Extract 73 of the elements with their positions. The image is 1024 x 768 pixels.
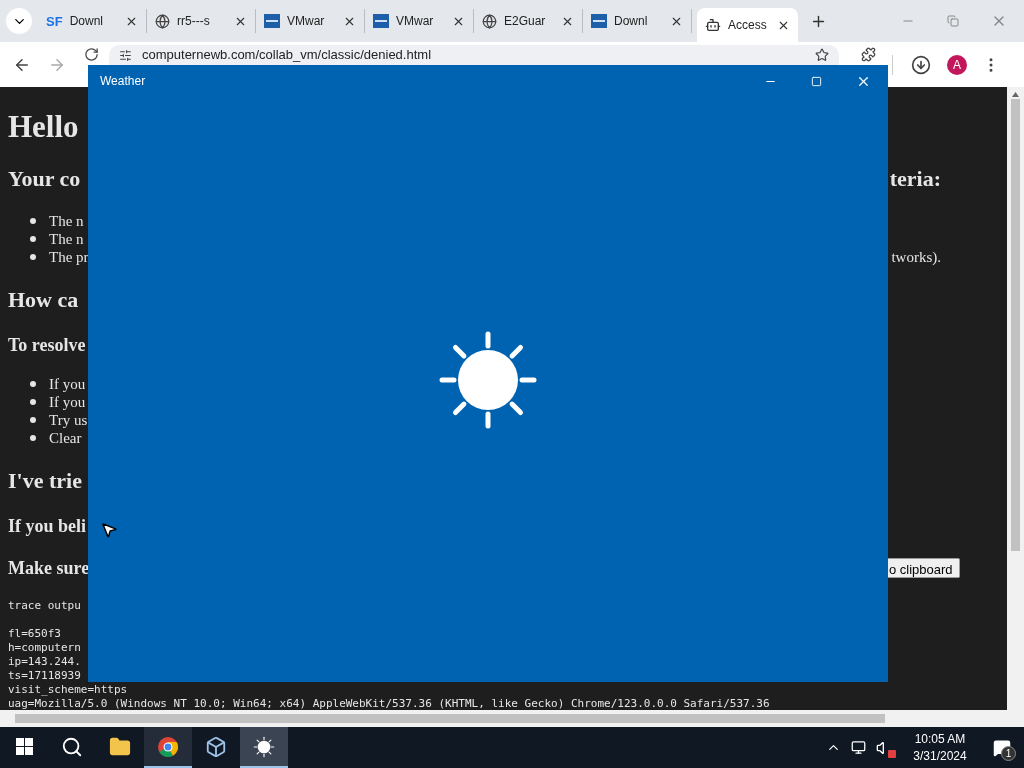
tab-title: VMwar [396, 13, 435, 30]
copy-button[interactable]: o clipboard [888, 558, 960, 578]
maximize-icon[interactable] [811, 75, 822, 87]
list-item-text: If you [8, 375, 86, 393]
vmware-logo-icon [264, 14, 280, 28]
browser-tab[interactable]: VMwar [256, 9, 365, 33]
tab-search-button[interactable] [6, 8, 32, 34]
tab-title: rr5---s [177, 13, 211, 30]
clock[interactable]: 10:05 AM 3/31/2024 [900, 727, 980, 768]
heading-text: Hello [8, 109, 79, 145]
vertical-scrollbar[interactable] [1007, 87, 1024, 710]
taskbar-button[interactable] [240, 727, 288, 768]
vmware-logo-icon [373, 14, 389, 28]
list-item-text: tworks). [891, 248, 941, 266]
chrome-logo-icon [157, 735, 179, 758]
browser-tab[interactable]: E2Guar [474, 9, 583, 33]
scroll-up-icon[interactable] [1012, 92, 1019, 97]
browser-tab[interactable]: Downl [583, 9, 692, 33]
list-item-text: The n [8, 230, 84, 248]
browser-tab[interactable]: rr5---s [147, 9, 256, 33]
list-item-text: Try us [8, 411, 88, 429]
browser-tab[interactable]: Access [697, 8, 798, 42]
tab-title: Downl [614, 13, 649, 30]
extensions-icon[interactable] [861, 47, 876, 62]
globe-icon [155, 13, 170, 29]
browser-tab[interactable]: VMwar [365, 9, 474, 33]
search-icon [61, 735, 83, 758]
reload-icon[interactable] [84, 47, 99, 62]
download-icon[interactable] [911, 54, 931, 75]
url-text: computernewb.com/collab_vm/classic/denied.html [142, 47, 432, 63]
robot-icon [705, 17, 721, 33]
vmware-logo-icon [591, 14, 607, 28]
list-item-text: The pr [8, 248, 89, 266]
clock-date: 3/31/2024 [913, 747, 967, 765]
code-line: h=computern [8, 641, 82, 655]
list-item-text: The n [8, 212, 84, 230]
cursor-icon [100, 521, 118, 539]
code-line: ts=17118939 [8, 669, 82, 683]
cube-icon [205, 735, 227, 758]
list-item-text: If you [8, 393, 86, 411]
sun-icon [253, 735, 275, 758]
horizontal-scrollbar[interactable] [0, 710, 1024, 727]
heading-text: teria: [889, 165, 941, 193]
code-line: fl=650f3 [8, 627, 62, 641]
code-line: trace outpu [8, 599, 82, 613]
network-icon[interactable] [851, 740, 866, 755]
folder-icon [109, 735, 131, 758]
site-info-icon[interactable] [119, 48, 132, 62]
globe-icon [482, 13, 497, 29]
code-line: uag=Mozilla/5.0 (Windows NT 10.0; Win64; x64) AppleWebKit/537.36 (KHTML, like Gecko) Chrome/123.0.0.0 Safari/537.36 [8, 697, 771, 710]
clock-time: 10:05 AM [914, 730, 966, 748]
window-title: Weather [100, 73, 147, 90]
browser-tab[interactable]: SF Downl [38, 9, 147, 33]
address-bar[interactable]: computernewb.com/collab_vm/classic/denied.html [109, 45, 839, 65]
heading-text: If you beli [8, 515, 86, 537]
tab-title: E2Guar [504, 13, 547, 30]
code-line: ip=143.244. [8, 655, 82, 669]
heading-text: I've trie [8, 467, 82, 495]
heading-text: Make sure [8, 557, 90, 579]
code-line: visit_scheme=https [8, 683, 129, 697]
profile-avatar[interactable]: A [947, 54, 967, 75]
tab-title: Access [728, 17, 768, 34]
tab-title: VMwar [287, 13, 326, 30]
tab-title: Downl [69, 13, 104, 30]
heading-text: To resolve [8, 334, 86, 356]
heading-text: Your co [8, 165, 81, 193]
heading-text: How ca [8, 286, 79, 314]
tab-logo: SF [46, 14, 63, 28]
taskbar-button[interactable] [144, 727, 192, 768]
notification-count: 1 [1001, 746, 1016, 761]
list-item-text: Clear [8, 429, 82, 447]
windows-logo-icon [15, 738, 33, 755]
bookmark-star-icon[interactable] [815, 48, 829, 62]
